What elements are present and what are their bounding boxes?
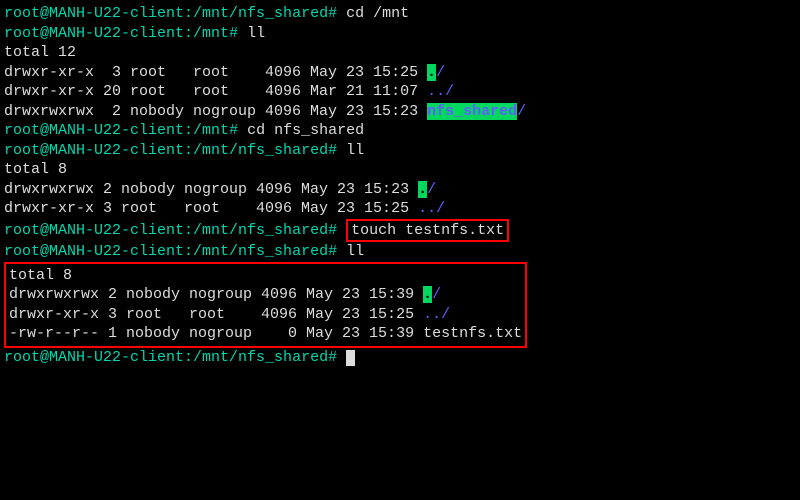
prompt-line-2: root@MANH-U22-client:/mnt# ll bbox=[4, 24, 796, 44]
listing-row: drwxr-xr-x 20 root root 4096 Mar 21 11:0… bbox=[4, 82, 796, 102]
total-line: total 8 bbox=[9, 266, 522, 286]
prompt-path: /mnt/nfs_shared bbox=[193, 349, 328, 366]
prompt-user: root@MANH-U22-client bbox=[4, 5, 184, 22]
listing-row-testnfs: -rw-r--r-- 1 nobody nogroup 0 May 23 15:… bbox=[9, 324, 522, 344]
command: ll bbox=[346, 243, 364, 260]
prompt-user: root@MANH-U22-client bbox=[4, 25, 184, 42]
highlighted-command-box: touch testnfs.txt bbox=[346, 219, 509, 243]
prompt-path: /mnt/nfs_shared bbox=[193, 243, 328, 260]
dir-current: . bbox=[427, 64, 436, 81]
prompt-line-3: root@MANH-U22-client:/mnt# cd nfs_shared bbox=[4, 121, 796, 141]
prompt-path: /mnt/nfs_shared bbox=[193, 142, 328, 159]
listing-row: drwxrwxrwx 2 nobody nogroup 4096 May 23 … bbox=[9, 285, 522, 305]
prompt-user: root@MANH-U22-client bbox=[4, 222, 184, 239]
prompt-path: /mnt/nfs_shared bbox=[193, 222, 328, 239]
prompt-line-5: root@MANH-U22-client:/mnt/nfs_shared# to… bbox=[4, 219, 796, 243]
prompt-line-7[interactable]: root@MANH-U22-client:/mnt/nfs_shared# bbox=[4, 348, 796, 368]
dir-parent: .. bbox=[427, 83, 445, 100]
command: ll bbox=[346, 142, 364, 159]
prompt-user: root@MANH-U22-client bbox=[4, 122, 184, 139]
prompt-path: /mnt bbox=[193, 122, 229, 139]
prompt-line-4: root@MANH-U22-client:/mnt/nfs_shared# ll bbox=[4, 141, 796, 161]
total-line: total 8 bbox=[4, 160, 796, 180]
listing-row: drwxrwxrwx 2 nobody nogroup 4096 May 23 … bbox=[4, 102, 796, 122]
prompt-user: root@MANH-U22-client bbox=[4, 349, 184, 366]
prompt-user: root@MANH-U22-client bbox=[4, 243, 184, 260]
prompt-path: /mnt/nfs_shared bbox=[193, 5, 328, 22]
listing-row: drwxr-xr-x 3 root root 4096 May 23 15:25… bbox=[4, 63, 796, 83]
command: ll bbox=[247, 25, 265, 42]
dir-current: . bbox=[423, 286, 432, 303]
command: cd /mnt bbox=[346, 5, 409, 22]
dir-nfs-shared: nfs_shared bbox=[427, 103, 517, 120]
command-touch: touch testnfs.txt bbox=[351, 222, 504, 239]
dir-parent: .. bbox=[423, 306, 441, 323]
command: cd nfs_shared bbox=[247, 122, 364, 139]
listing-row: drwxr-xr-x 3 root root 4096 May 23 15:25… bbox=[9, 305, 522, 325]
prompt-user: root@MANH-U22-client bbox=[4, 142, 184, 159]
listing-row: drwxrwxrwx 2 nobody nogroup 4096 May 23 … bbox=[4, 180, 796, 200]
prompt-line-1: root@MANH-U22-client:/mnt/nfs_shared# cd… bbox=[4, 4, 796, 24]
cursor bbox=[346, 350, 355, 366]
listing-row: drwxr-xr-x 3 root root 4096 May 23 15:25… bbox=[4, 199, 796, 219]
prompt-path: /mnt bbox=[193, 25, 229, 42]
highlighted-output-box: total 8 drwxrwxrwx 2 nobody nogroup 4096… bbox=[4, 262, 527, 348]
total-line: total 12 bbox=[4, 43, 796, 63]
dir-current: . bbox=[418, 181, 427, 198]
dir-parent: .. bbox=[418, 200, 436, 217]
prompt-line-6: root@MANH-U22-client:/mnt/nfs_shared# ll bbox=[4, 242, 796, 262]
